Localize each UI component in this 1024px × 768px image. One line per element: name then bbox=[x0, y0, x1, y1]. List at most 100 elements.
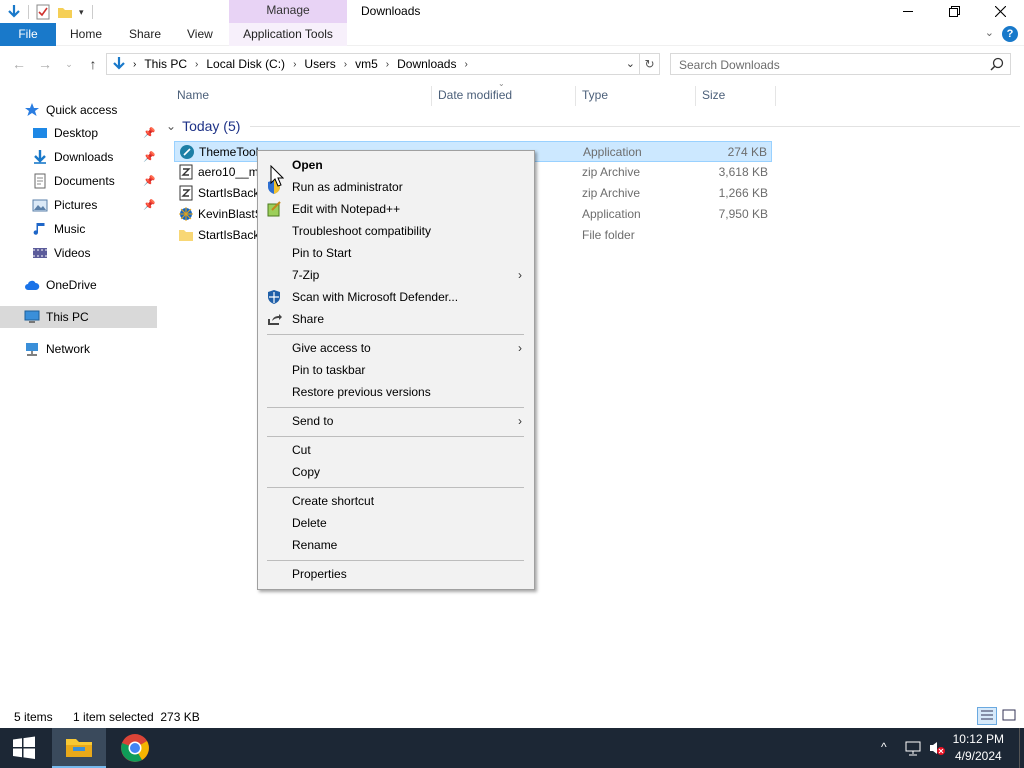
menu-item-label: 7-Zip bbox=[292, 268, 320, 282]
start-button[interactable] bbox=[0, 728, 48, 768]
menu-item-scan-with-defender[interactable]: Scan with Microsoft Defender... bbox=[260, 286, 532, 308]
menu-item-pin-to-taskbar[interactable]: Pin to taskbar bbox=[260, 359, 532, 381]
breadcrumb-chevron-icon[interactable]: › bbox=[344, 59, 347, 70]
tab-view[interactable]: View bbox=[187, 23, 213, 46]
nav-item-music[interactable]: Music bbox=[0, 218, 157, 240]
breadcrumb-users[interactable]: Users › bbox=[304, 57, 347, 71]
menu-item-label: Share bbox=[292, 312, 325, 326]
nav-item-quick-access[interactable]: Quick access bbox=[0, 99, 157, 121]
menu-separator bbox=[267, 334, 524, 335]
tab-application-tools[interactable]: Application Tools bbox=[229, 23, 347, 46]
column-header-type[interactable]: Type bbox=[582, 84, 608, 106]
menu-item-create-shortcut[interactable]: Create shortcut bbox=[260, 490, 532, 512]
ribbon-expand-icon[interactable]: ⌄ bbox=[985, 26, 994, 39]
help-icon[interactable]: ? bbox=[1002, 26, 1018, 42]
breadcrumb-downloads[interactable]: Downloads › bbox=[397, 57, 468, 71]
menu-item-troubleshoot-compatibility[interactable]: Troubleshoot compatibility bbox=[260, 220, 532, 242]
recent-locations-button[interactable]: ⌄ bbox=[60, 54, 78, 74]
manage-tab-group[interactable]: Manage bbox=[229, 0, 347, 23]
column-header-size[interactable]: Size bbox=[702, 84, 725, 106]
system-clock[interactable]: 10:12 PM 4/9/2024 bbox=[953, 731, 1004, 765]
menu-item-restore-previous-versions[interactable]: Restore previous versions bbox=[260, 381, 532, 403]
menu-item-cut[interactable]: Cut bbox=[260, 439, 532, 461]
show-hidden-icons[interactable]: ^ bbox=[881, 740, 887, 754]
close-button[interactable] bbox=[977, 0, 1023, 23]
menu-item-7-zip[interactable]: 7-Zip › bbox=[260, 264, 532, 286]
download-arrow-icon[interactable] bbox=[6, 4, 22, 20]
breadcrumb-chevron-icon[interactable]: › bbox=[386, 59, 389, 70]
menu-item-give-access-to[interactable]: Give access to › bbox=[260, 337, 532, 359]
clock-time: 10:12 PM bbox=[952, 732, 1004, 746]
breadcrumb-chevron-icon[interactable]: › bbox=[195, 59, 198, 70]
nav-item-label: Desktop bbox=[54, 126, 99, 140]
chrome-icon bbox=[121, 734, 149, 762]
menu-item-label: Open bbox=[292, 158, 323, 172]
properties-checkmark-icon[interactable] bbox=[35, 4, 51, 20]
up-button[interactable]: ↑ bbox=[84, 54, 102, 74]
nav-item-network[interactable]: Network bbox=[0, 338, 157, 360]
search-box[interactable]: Search Downloads bbox=[670, 53, 1011, 75]
submenu-arrow-icon: › bbox=[518, 341, 522, 355]
breadcrumb-local-disk[interactable]: Local Disk (C:) › bbox=[206, 57, 296, 71]
menu-item-share[interactable]: Share bbox=[260, 308, 532, 330]
volume-muted-icon[interactable] bbox=[928, 740, 946, 756]
tab-share[interactable]: Share bbox=[129, 23, 161, 46]
nav-item-downloads[interactable]: Downloads 📌 bbox=[0, 146, 157, 168]
nav-item-desktop[interactable]: Desktop 📌 bbox=[0, 122, 157, 144]
nav-item-pictures[interactable]: Pictures 📌 bbox=[0, 194, 157, 216]
tab-file[interactable]: File bbox=[0, 23, 56, 46]
breadcrumb-chevron-icon[interactable]: › bbox=[293, 59, 296, 70]
column-divider[interactable] bbox=[695, 86, 696, 106]
mouse-cursor-icon bbox=[270, 165, 284, 187]
qat-customize-icon[interactable]: ▾ bbox=[79, 7, 84, 18]
show-desktop-button[interactable] bbox=[1019, 728, 1024, 768]
window-title: Downloads bbox=[361, 4, 421, 18]
minimize-button[interactable] bbox=[885, 0, 931, 23]
chevron-down-icon: ⌄ bbox=[65, 59, 73, 69]
address-bar[interactable]: › This PC › Local Disk (C:) › Users › vm5 › … bbox=[106, 53, 640, 75]
taskbar-chrome[interactable] bbox=[108, 728, 162, 768]
nav-item-documents[interactable]: Documents 📌 bbox=[0, 170, 157, 192]
nav-item-onedrive[interactable]: OneDrive bbox=[0, 274, 157, 296]
file-size: 3,618 KB bbox=[718, 165, 768, 179]
menu-item-rename[interactable]: Rename bbox=[260, 534, 532, 556]
nav-item-this-pc[interactable]: This PC bbox=[0, 306, 157, 328]
column-divider[interactable] bbox=[575, 86, 576, 106]
menu-item-properties[interactable]: Properties bbox=[260, 563, 532, 585]
file-type: File folder bbox=[582, 228, 635, 242]
large-icons-view-button[interactable] bbox=[1000, 707, 1020, 725]
nav-item-videos[interactable]: Videos bbox=[0, 242, 157, 264]
menu-item-run-as-administrator[interactable]: Run as administrator bbox=[260, 176, 532, 198]
taskbar-file-explorer[interactable] bbox=[52, 728, 106, 768]
nav-item-label: Network bbox=[46, 342, 91, 356]
address-dropdown-icon[interactable]: ⌄ bbox=[626, 57, 635, 70]
group-header-today[interactable]: ⌄ Today (5) bbox=[166, 116, 1020, 136]
menu-item-edit-with-notepadpp[interactable]: Edit with Notepad++ bbox=[260, 198, 532, 220]
breadcrumb-chevron-icon[interactable]: › bbox=[464, 59, 467, 70]
tab-home[interactable]: Home bbox=[70, 23, 102, 46]
breadcrumb-this-pc[interactable]: This PC › bbox=[144, 57, 198, 71]
breadcrumb-separator[interactable]: › bbox=[133, 59, 136, 70]
network-status-icon[interactable] bbox=[904, 740, 922, 756]
menu-separator bbox=[267, 560, 524, 561]
refresh-button[interactable]: ↻ bbox=[640, 53, 660, 75]
nav-item-label: Quick access bbox=[46, 103, 118, 117]
menu-item-open[interactable]: Open bbox=[260, 154, 532, 176]
forward-button[interactable]: → bbox=[36, 54, 54, 74]
new-folder-icon[interactable] bbox=[57, 4, 73, 20]
menu-item-delete[interactable]: Delete bbox=[260, 512, 532, 534]
group-label: Today (5) bbox=[182, 118, 241, 134]
menu-item-pin-to-start[interactable]: Pin to Start bbox=[260, 242, 532, 264]
breadcrumb-vm5[interactable]: vm5 › bbox=[355, 57, 389, 71]
column-divider[interactable] bbox=[431, 86, 432, 106]
details-view-button[interactable] bbox=[977, 707, 997, 725]
column-divider[interactable] bbox=[775, 86, 776, 106]
column-header-name[interactable]: Name bbox=[177, 84, 209, 106]
back-button[interactable]: ← bbox=[10, 54, 28, 74]
defender-icon bbox=[268, 290, 280, 304]
menu-item-send-to[interactable]: Send to › bbox=[260, 410, 532, 432]
maximize-button[interactable] bbox=[931, 0, 977, 23]
menu-separator bbox=[267, 487, 524, 488]
menu-item-copy[interactable]: Copy bbox=[260, 461, 532, 483]
breadcrumb-label: vm5 bbox=[355, 57, 378, 71]
